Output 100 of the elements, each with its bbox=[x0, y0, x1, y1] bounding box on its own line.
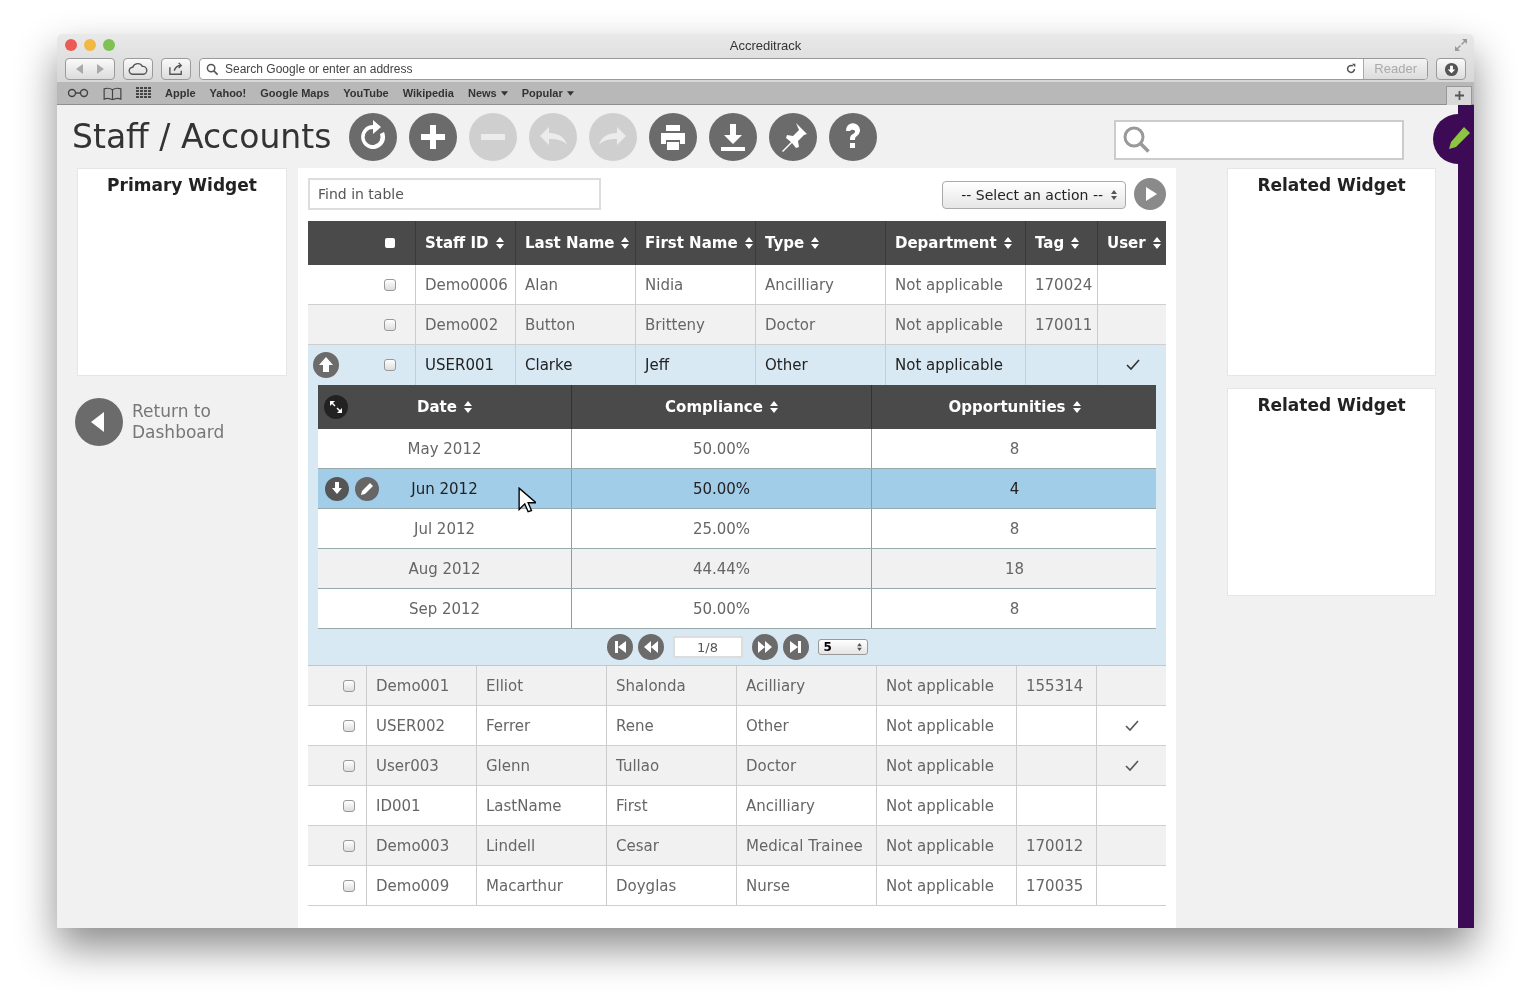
table-cell: 8 bbox=[871, 429, 1157, 468]
print-icon[interactable] bbox=[649, 112, 698, 161]
table-cell: Demo001 bbox=[366, 666, 476, 705]
expanded-row[interactable]: USER001 Clarke Jeff Other Not applicable bbox=[308, 345, 1166, 385]
sort-icon[interactable] bbox=[621, 237, 630, 249]
column-header[interactable]: Staff ID bbox=[425, 234, 489, 252]
search-icon bbox=[1122, 124, 1152, 155]
table-cell: Macarthur bbox=[476, 866, 606, 905]
widget-title: Primary Widget bbox=[106, 174, 258, 195]
row-checkbox[interactable] bbox=[343, 679, 355, 692]
row-checkbox[interactable] bbox=[343, 759, 355, 772]
action-select[interactable]: -- Select an action -- bbox=[942, 181, 1126, 209]
refresh-icon[interactable] bbox=[349, 112, 398, 161]
pin-icon[interactable] bbox=[769, 112, 818, 161]
table-cell: 170024 bbox=[1025, 265, 1097, 304]
table-cell: 18 bbox=[871, 549, 1157, 588]
bookmark-link[interactable]: Google Maps bbox=[260, 87, 330, 99]
bookmark-link[interactable]: Popular bbox=[521, 87, 574, 99]
collapse-button[interactable] bbox=[313, 352, 339, 378]
return-link[interactable]: Return to Dashboard bbox=[132, 401, 242, 443]
sort-icon[interactable] bbox=[811, 237, 820, 249]
table-cell: 155314 bbox=[1016, 666, 1096, 705]
row-checkbox[interactable] bbox=[384, 278, 396, 291]
row-checkbox[interactable] bbox=[384, 318, 396, 331]
downloads-button[interactable] bbox=[1436, 58, 1466, 80]
page-field[interactable]: 1/8 bbox=[672, 636, 743, 658]
detail-row[interactable]: Jul 2012 25.00% 8 bbox=[318, 509, 1156, 549]
table-cell: ID001 bbox=[366, 786, 476, 825]
sort-icon[interactable] bbox=[1071, 237, 1080, 249]
row-checkbox[interactable] bbox=[343, 839, 355, 852]
column-header[interactable]: Department bbox=[895, 234, 997, 252]
play-button[interactable] bbox=[1134, 178, 1166, 210]
search-icon bbox=[206, 62, 219, 76]
new-tab-button[interactable] bbox=[1446, 85, 1472, 105]
column-header[interactable]: Tag bbox=[1035, 234, 1065, 252]
download-icon bbox=[1443, 61, 1459, 77]
search-field[interactable] bbox=[1114, 119, 1404, 160]
table-cell: Britteny bbox=[635, 305, 755, 344]
edit-icon[interactable] bbox=[355, 477, 379, 501]
book-icon[interactable] bbox=[103, 86, 122, 100]
row-checkbox[interactable] bbox=[343, 879, 355, 892]
cloud-button[interactable] bbox=[123, 58, 153, 80]
last-page-button[interactable] bbox=[782, 634, 809, 660]
table-cell: USER002 bbox=[366, 706, 476, 745]
find-field[interactable]: Find in table bbox=[308, 178, 601, 210]
page-size-select[interactable]: 5 bbox=[817, 639, 868, 655]
table-cell: Demo002 bbox=[415, 305, 515, 344]
detail-row[interactable]: Aug 2012 44.44% 18 bbox=[318, 549, 1156, 589]
sort-icon[interactable] bbox=[495, 237, 504, 249]
bookmark-link[interactable]: Apple bbox=[165, 87, 196, 99]
download-icon[interactable] bbox=[709, 112, 758, 161]
sort-icon[interactable] bbox=[744, 237, 753, 249]
table-cell: Other bbox=[736, 706, 876, 745]
column-header[interactable]: Last Name bbox=[525, 234, 615, 252]
glasses-icon[interactable] bbox=[67, 88, 89, 98]
share-button[interactable] bbox=[161, 58, 191, 80]
add-icon[interactable] bbox=[409, 112, 458, 161]
grid-icon[interactable] bbox=[136, 87, 151, 99]
detail-row[interactable]: May 2012 50.00% 8 bbox=[318, 429, 1156, 469]
expand-icon[interactable] bbox=[324, 395, 348, 419]
first-page-button[interactable] bbox=[606, 634, 633, 660]
table-cell: 8 bbox=[871, 509, 1157, 548]
table-cell: Not applicable bbox=[876, 666, 1016, 705]
sort-icon[interactable] bbox=[769, 401, 778, 413]
sort-icon[interactable] bbox=[463, 401, 472, 413]
next-page-button[interactable] bbox=[751, 634, 778, 660]
table-cell: Not applicable bbox=[876, 866, 1016, 905]
sort-icon[interactable] bbox=[1072, 401, 1081, 413]
column-header[interactable]: Compliance bbox=[665, 398, 763, 416]
share-icon bbox=[167, 62, 185, 76]
table-cell: Demo003 bbox=[366, 826, 476, 865]
table-cell: 25.00% bbox=[571, 509, 871, 548]
column-header[interactable]: First Name bbox=[645, 234, 738, 252]
sort-icon[interactable] bbox=[1152, 237, 1161, 249]
table-cell: Rene bbox=[606, 706, 736, 745]
back-button[interactable] bbox=[75, 398, 123, 446]
detail-row[interactable]: Sep 2012 50.00% 8 bbox=[318, 589, 1156, 629]
column-header[interactable]: User bbox=[1107, 234, 1146, 252]
table-cell: 8 bbox=[871, 589, 1157, 628]
column-header[interactable]: Date bbox=[417, 398, 457, 416]
reload-icon[interactable] bbox=[1345, 63, 1358, 75]
close-icon[interactable] bbox=[65, 39, 77, 51]
row-checkbox[interactable] bbox=[384, 359, 396, 371]
sort-icon[interactable] bbox=[1003, 237, 1012, 249]
bookmark-link[interactable]: News bbox=[467, 87, 508, 99]
bookmark-link[interactable]: YouTube bbox=[343, 87, 389, 99]
table-cell: Acilliary bbox=[736, 666, 876, 705]
select-all-checkbox[interactable] bbox=[385, 238, 395, 248]
bookmark-link[interactable]: Yahoo! bbox=[209, 87, 247, 99]
table-cell: Alan bbox=[515, 265, 635, 304]
row-checkbox[interactable] bbox=[343, 719, 355, 732]
back-forward-button[interactable] bbox=[65, 58, 115, 80]
download-icon[interactable] bbox=[325, 477, 349, 501]
bookmark-link[interactable]: Wikipedia bbox=[402, 87, 454, 99]
column-header[interactable]: Type bbox=[765, 234, 805, 252]
previous-page-button[interactable] bbox=[637, 634, 664, 660]
column-header[interactable]: Opportunities bbox=[948, 398, 1066, 416]
row-checkbox[interactable] bbox=[343, 799, 355, 812]
help-icon[interactable] bbox=[829, 112, 878, 161]
table-cell: 50.00% bbox=[571, 469, 871, 508]
